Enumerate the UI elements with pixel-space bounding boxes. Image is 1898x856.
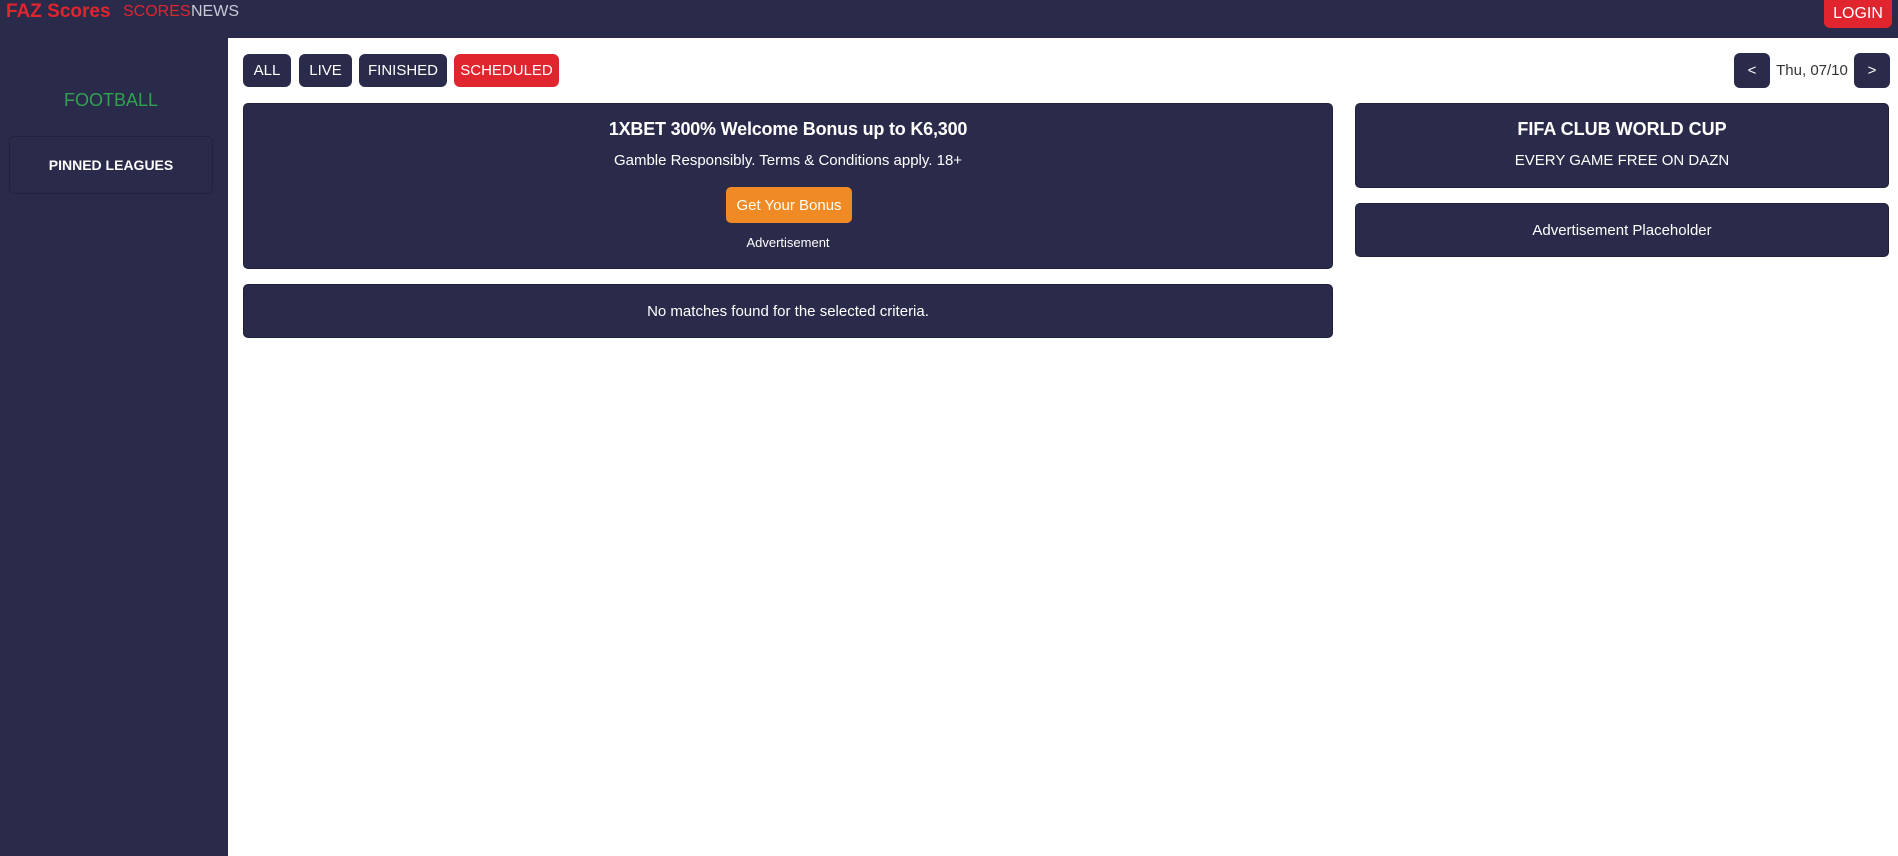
ad-caption: Advertisement <box>746 235 830 250</box>
side-ad-subtitle: EVERY GAME FREE ON DAZN <box>1514 152 1730 169</box>
filter-all-button[interactable]: ALL <box>243 54 291 87</box>
filter-scheduled-button[interactable]: SCHEDULED <box>454 54 559 87</box>
date-prev-button[interactable]: < <box>1734 53 1770 88</box>
side-ad-title: FIFA CLUB WORLD CUP <box>1517 119 1727 139</box>
ad-title: 1XBET 300% Welcome Bonus up to K6,300 <box>608 119 968 139</box>
pinned-leagues-section[interactable]: PINNED LEAGUES <box>9 136 213 194</box>
nav-scores-link[interactable]: SCORES <box>123 3 191 21</box>
top-navbar: FAZ Scores SCORES NEWS LOGIN <box>0 0 1898 38</box>
current-date-label: Thu, 07/10 <box>1776 62 1848 79</box>
club-world-cup-ad-card[interactable]: FIFA CLUB WORLD CUP EVERY GAME FREE ON D… <box>1355 103 1889 188</box>
advertisement-placeholder: Advertisement Placeholder <box>1355 203 1889 257</box>
brand-logo[interactable]: FAZ Scores <box>6 1 111 23</box>
bonus-advertisement-card: 1XBET 300% Welcome Bonus up to K6,300 Ga… <box>243 103 1333 269</box>
login-button[interactable]: LOGIN <box>1824 0 1892 28</box>
sidebar: FOOTBALL PINNED LEAGUES <box>0 38 228 856</box>
ad-disclaimer: Gamble Responsibly. Terms & Conditions a… <box>613 152 963 169</box>
get-bonus-button[interactable]: Get Your Bonus <box>726 187 852 223</box>
date-next-button[interactable]: > <box>1854 53 1890 88</box>
nav-news-link[interactable]: NEWS <box>191 3 239 21</box>
filter-finished-button[interactable]: FINISHED <box>359 54 447 87</box>
sport-title-football[interactable]: FOOTBALL <box>0 90 222 111</box>
no-matches-message: No matches found for the selected criter… <box>243 284 1333 338</box>
filter-live-button[interactable]: LIVE <box>299 54 352 87</box>
